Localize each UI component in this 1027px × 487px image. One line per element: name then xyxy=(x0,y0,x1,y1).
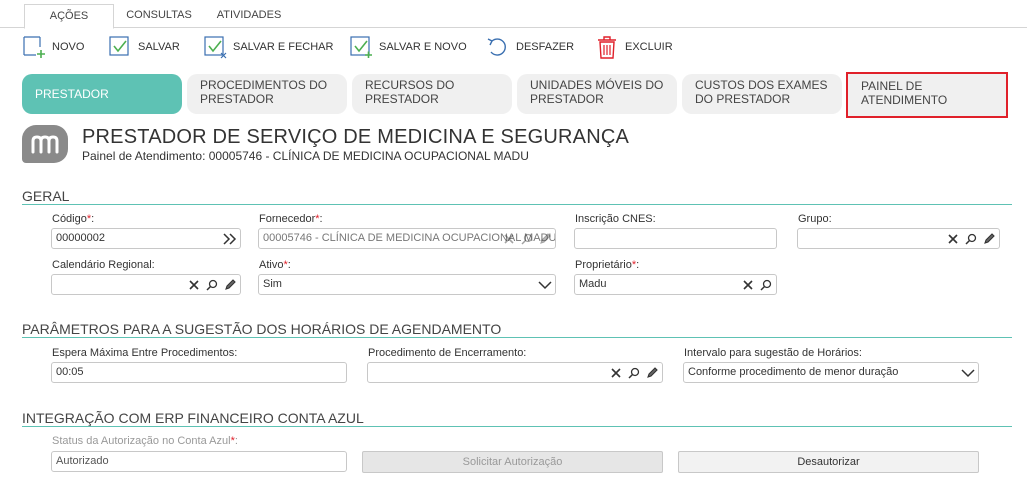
fornecedor-label: Fornecedor*: xyxy=(259,213,323,225)
section-divider xyxy=(22,426,1012,427)
calendario-field[interactable] xyxy=(51,274,241,295)
tab-acoes[interactable]: AÇÕES xyxy=(24,4,114,29)
ativo-label: Ativo*: xyxy=(259,259,291,271)
intervalo-label: Intervalo para sugestão de Horários: xyxy=(684,347,862,359)
search-icon[interactable] xyxy=(203,276,220,293)
novo-label: NOVO xyxy=(52,41,85,53)
section-geral-title: GERAL xyxy=(22,188,70,204)
tab-consultas[interactable]: CONSULTAS xyxy=(118,4,200,28)
ativo-select[interactable]: Sim xyxy=(258,274,556,295)
fornecedor-field[interactable]: 00005746 - CLÍNICA DE MEDICINA OCUPACION… xyxy=(258,228,556,249)
cnes-label: Inscrição CNES: xyxy=(575,213,656,225)
new-document-icon xyxy=(23,36,45,58)
save-new-icon xyxy=(350,36,372,58)
section-divider xyxy=(22,337,1012,338)
desfazer-button[interactable]: DESFAZER xyxy=(486,34,574,60)
salvar-novo-label: SALVAR E NOVO xyxy=(379,41,467,53)
tab-prestador[interactable]: PRESTADOR xyxy=(22,74,182,114)
novo-button[interactable]: NOVO xyxy=(22,34,84,60)
tab-atividades[interactable]: ATIVIDADES xyxy=(206,4,292,28)
app-logo xyxy=(22,125,68,163)
search-icon[interactable] xyxy=(625,364,642,381)
save-close-icon xyxy=(204,36,227,59)
encerramento-field[interactable] xyxy=(367,362,663,383)
chevron-down-icon[interactable] xyxy=(536,276,553,293)
proprietario-label: Proprietário*: xyxy=(575,259,640,271)
excluir-button[interactable]: EXCLUIR xyxy=(595,34,673,60)
calendario-label: Calendário Regional: xyxy=(52,259,155,271)
status-field: Autorizado xyxy=(51,451,347,472)
save-icon xyxy=(109,36,129,56)
encerramento-label: Procedimento de Encerramento: xyxy=(368,347,527,359)
chevron-down-icon[interactable] xyxy=(959,364,976,381)
page-title: PRESTADOR DE SERVIÇO DE MEDICINA E SEGUR… xyxy=(82,126,630,148)
espera-field[interactable]: 00:05 xyxy=(51,362,347,383)
edit-icon[interactable] xyxy=(536,230,553,247)
clear-icon[interactable] xyxy=(944,230,961,247)
clear-icon[interactable] xyxy=(607,364,624,381)
next-code-icon[interactable] xyxy=(221,230,238,247)
tab-painel-atendimento[interactable]: PAINEL DE ATENDIMENTO xyxy=(846,72,1008,118)
status-label: Status da Autorização no Conta Azul*: xyxy=(52,435,238,447)
grupo-field[interactable] xyxy=(797,228,1000,249)
search-icon[interactable] xyxy=(757,276,774,293)
tab-procedimentos[interactable]: PROCEDIMENTOS DO PRESTADOR xyxy=(187,74,347,114)
edit-icon[interactable] xyxy=(643,364,660,381)
section-divider xyxy=(22,204,1012,205)
section-parametros-title: PARÂMETROS PARA A SUGESTÃO DOS HORÁRIOS … xyxy=(22,321,502,337)
salvar-fechar-label: SALVAR E FECHAR xyxy=(233,41,334,53)
tab-custos-exames[interactable]: CUSTOS DOS EXAMES DO PRESTADOR xyxy=(682,74,842,114)
codigo-label: Código*: xyxy=(52,213,95,225)
espera-label: Espera Máxima Entre Procedimentos: xyxy=(52,347,238,359)
tab-recursos[interactable]: RECURSOS DO PRESTADOR xyxy=(352,74,512,114)
intervalo-select[interactable]: Conforme procedimento de menor duração xyxy=(683,362,979,383)
salvar-label: SALVAR xyxy=(138,41,180,53)
edit-icon[interactable] xyxy=(980,230,997,247)
page-subtitle: Painel de Atendimento: 00005746 - CLÍNIC… xyxy=(82,149,529,163)
clear-icon[interactable] xyxy=(500,230,517,247)
grupo-label: Grupo: xyxy=(798,213,832,225)
cnes-field[interactable] xyxy=(574,228,777,249)
tab-unidades-moveis[interactable]: UNIDADES MÓVEIS DO PRESTADOR xyxy=(517,74,677,114)
undo-icon xyxy=(487,38,506,56)
proprietario-field[interactable]: Madu xyxy=(574,274,777,295)
edit-icon[interactable] xyxy=(221,276,238,293)
toolbar: NOVO SALVAR SALVAR E FECHAR SALVAR E NOV… xyxy=(0,30,1027,64)
search-icon[interactable] xyxy=(962,230,979,247)
salvar-fechar-button[interactable]: SALVAR E FECHAR xyxy=(203,34,333,60)
solicitar-autorizacao-button[interactable]: Solicitar Autorização xyxy=(362,451,663,473)
codigo-field[interactable]: 00000002 xyxy=(51,228,241,249)
search-icon[interactable] xyxy=(518,230,535,247)
desfazer-label: DESFAZER xyxy=(516,41,575,53)
clear-icon[interactable] xyxy=(739,276,756,293)
trash-icon xyxy=(598,36,616,59)
clear-icon[interactable] xyxy=(185,276,202,293)
salvar-novo-button[interactable]: SALVAR E NOVO xyxy=(349,34,467,60)
top-tabs: AÇÕES CONSULTAS ATIVIDADES xyxy=(0,0,1027,29)
desautorizar-button[interactable]: Desautorizar xyxy=(678,451,979,473)
salvar-button[interactable]: SALVAR xyxy=(108,34,180,60)
excluir-label: EXCLUIR xyxy=(625,41,673,53)
section-integracao-title: INTEGRAÇÃO COM ERP FINANCEIRO CONTA AZUL xyxy=(22,410,364,426)
